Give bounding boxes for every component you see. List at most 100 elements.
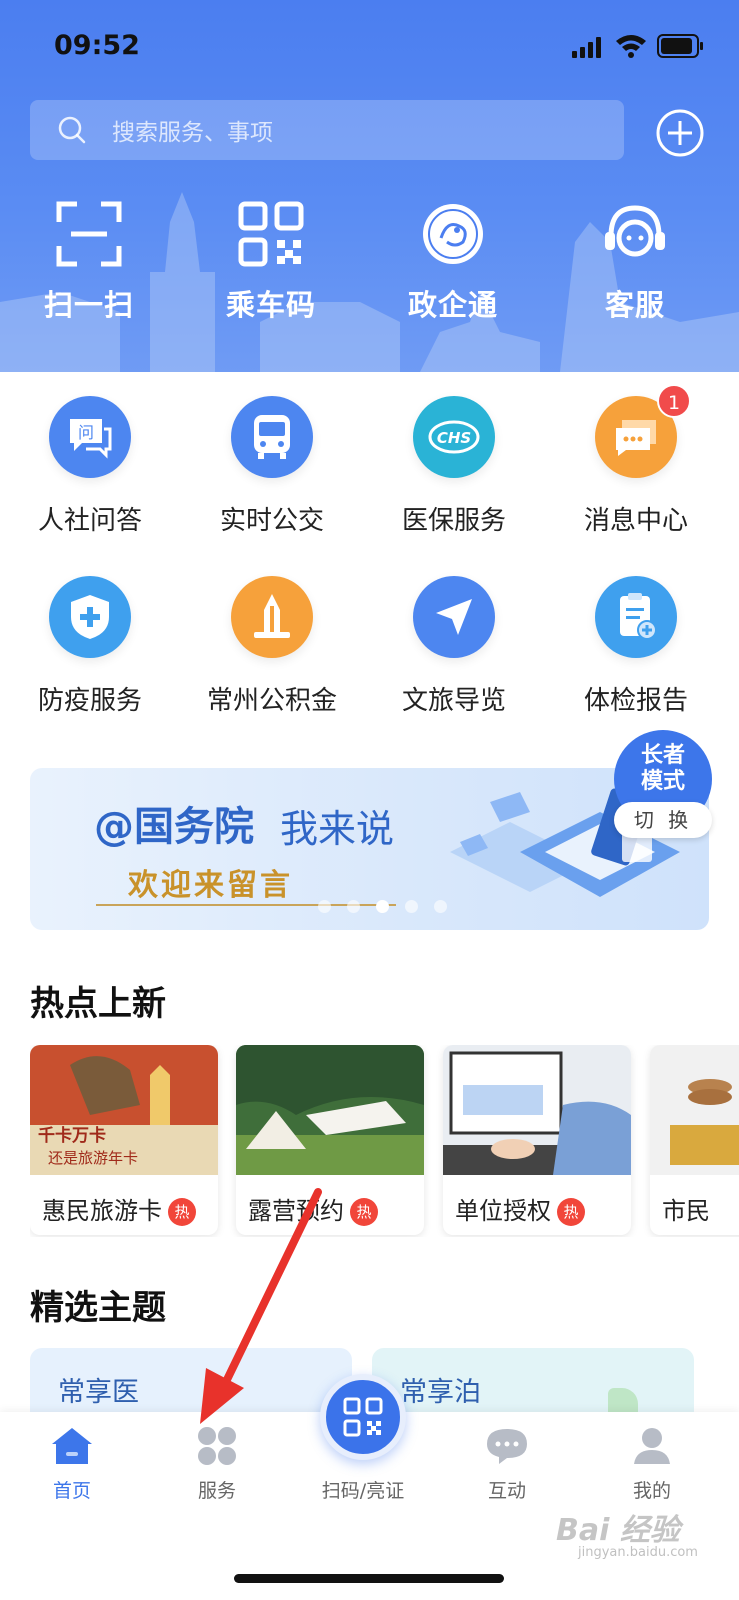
status-time: 09:52 (54, 30, 140, 61)
elder-mode-toggle[interactable]: 长者 模式 切 换 (614, 730, 714, 840)
pagination-dot[interactable] (405, 900, 418, 913)
camping-image (236, 1045, 424, 1175)
unread-badge: 1 (657, 384, 691, 418)
wifi-icon (616, 35, 646, 58)
pagination-dot[interactable] (347, 900, 360, 913)
report-icon (595, 576, 677, 658)
service-health-report-label: 体检报告 (583, 686, 688, 716)
qr-code-icon (238, 201, 304, 267)
nav-profile[interactable]: 我的 (582, 1412, 722, 1503)
quick-customer-service[interactable]: 客服 (560, 200, 710, 324)
watermark: Bai 经验 (556, 1513, 680, 1548)
header-banner: 09:52 搜索服务、事项 扫一扫 乘车码 政企通 客服 (0, 0, 739, 372)
pagination-dot[interactable] (318, 900, 331, 913)
watermark-sub: jingyan.baidu.com (578, 1545, 698, 1560)
svg-text:问: 问 (78, 423, 94, 442)
elder-mode-switch[interactable]: 切 换 (614, 802, 712, 838)
navigation-icon (413, 576, 495, 658)
scan-icon (56, 201, 122, 267)
themes-section-title: 精选主题 (30, 1288, 166, 1328)
add-plus-icon[interactable] (655, 108, 705, 158)
cellular-signal-icon (572, 37, 601, 58)
message-icon: 1 (595, 384, 691, 478)
quick-customer-service-label: 客服 (604, 288, 665, 322)
service-epidemic[interactable]: 防疫服务 (0, 576, 180, 717)
service-hr-qa-label: 人社问答 (37, 506, 142, 536)
service-tourism-guide[interactable]: 文旅导览 (364, 576, 544, 717)
nav-interaction[interactable]: 互动 (437, 1412, 577, 1503)
home-icon (52, 1428, 92, 1464)
search-icon (58, 116, 86, 144)
hot-tag: 热 (557, 1198, 585, 1226)
grid-icon (198, 1427, 236, 1465)
service-hr-qa[interactable]: 问 人社问答 (0, 396, 180, 537)
banner-pagination (318, 900, 447, 913)
hot-card-citizen[interactable]: 市民 (650, 1045, 739, 1235)
quick-ride-code[interactable]: 乘车码 (196, 200, 346, 324)
travel-card-image: 千卡万卡 还是旅游年卡 (30, 1045, 218, 1175)
hot-card-title: 惠民旅游卡 (42, 1197, 162, 1225)
search-input[interactable]: 搜索服务、事项 (30, 100, 624, 160)
nav-services[interactable]: 服务 (147, 1412, 287, 1503)
qr-scan-icon (343, 1397, 383, 1437)
theme-card-label: 常享泊 (400, 1377, 481, 1408)
status-bar: 09:52 (0, 0, 739, 90)
citizen-image (650, 1045, 739, 1175)
service-medical-insurance[interactable]: CHS 医保服务 (364, 396, 544, 537)
scan-license-button[interactable] (320, 1374, 406, 1460)
headset-icon (605, 205, 665, 257)
banner-title: @国务院 (94, 804, 254, 850)
service-tourism-guide-label: 文旅导览 (401, 686, 506, 716)
hot-card-label: 单位授权热 (455, 1191, 585, 1226)
pagination-dot[interactable] (434, 900, 447, 913)
hot-tag: 热 (168, 1198, 196, 1226)
nav-interaction-label: 互动 (487, 1480, 526, 1502)
theme-card-label: 常享医 (58, 1377, 139, 1408)
hot-section-title: 热点上新 (30, 984, 166, 1024)
shield-plus-icon (49, 576, 131, 658)
service-housing-fund[interactable]: 常州公积金 (182, 576, 362, 717)
chs-icon: CHS (413, 396, 495, 478)
hot-card-title: 市民 (662, 1197, 710, 1225)
service-realtime-bus[interactable]: 实时公交 (182, 396, 362, 537)
home-indicator (234, 1574, 504, 1583)
emblem-icon (423, 204, 483, 264)
hot-card-unit-auth[interactable]: 单位授权热 (443, 1045, 631, 1235)
banner-title-2: 我来说 (280, 807, 395, 851)
hot-card-label: 露营预约热 (248, 1191, 378, 1226)
hot-card-camping[interactable]: 露营预约热 (236, 1045, 424, 1235)
nav-profile-label: 我的 (632, 1480, 671, 1502)
hot-card-title: 露营预约 (248, 1197, 344, 1225)
hot-card-travel-card[interactable]: 千卡万卡 还是旅游年卡 惠民旅游卡热 (30, 1045, 218, 1235)
bus-icon (231, 396, 313, 478)
travel-card-slogan-1: 千卡万卡 (38, 1125, 106, 1146)
unit-auth-image (443, 1045, 631, 1175)
elder-mode-line2: 模式 (640, 769, 685, 794)
nav-home[interactable]: 首页 (2, 1412, 142, 1503)
battery-icon (657, 34, 703, 58)
chat-bubble-icon (487, 1429, 527, 1464)
service-message-center-label: 消息中心 (583, 506, 688, 536)
service-message-center[interactable]: 1 消息中心 (546, 384, 726, 537)
quick-ride-code-label: 乘车码 (225, 288, 316, 322)
quick-gov-enterprise[interactable]: 政企通 (378, 200, 528, 324)
nav-services-label: 服务 (197, 1480, 236, 1502)
quick-scan-label: 扫一扫 (43, 288, 134, 322)
hot-card-title: 单位授权 (455, 1197, 551, 1225)
banner-subtitle: 欢迎来留言 (128, 868, 293, 903)
service-health-report[interactable]: 体检报告 (546, 576, 726, 717)
promo-banner[interactable]: @国务院 我来说 欢迎来留言 (30, 768, 709, 930)
travel-card-slogan-2: 还是旅游年卡 (48, 1149, 138, 1167)
service-epidemic-label: 防疫服务 (37, 686, 142, 716)
search-placeholder: 搜索服务、事项 (112, 120, 273, 146)
svg-text:CHS: CHS (437, 429, 471, 447)
elder-mode-line1: 长者 (640, 743, 685, 768)
hot-card-label: 市民 (662, 1191, 710, 1226)
hot-list: 千卡万卡 还是旅游年卡 惠民旅游卡热 露营预约热 单位授权热 市民 (30, 1045, 739, 1237)
tower-icon (231, 576, 313, 658)
service-medical-insurance-label: 医保服务 (401, 506, 506, 536)
quick-gov-enterprise-label: 政企通 (407, 288, 498, 322)
service-housing-fund-label: 常州公积金 (206, 686, 337, 716)
quick-scan[interactable]: 扫一扫 (14, 200, 164, 324)
pagination-dot-active[interactable] (376, 900, 389, 913)
